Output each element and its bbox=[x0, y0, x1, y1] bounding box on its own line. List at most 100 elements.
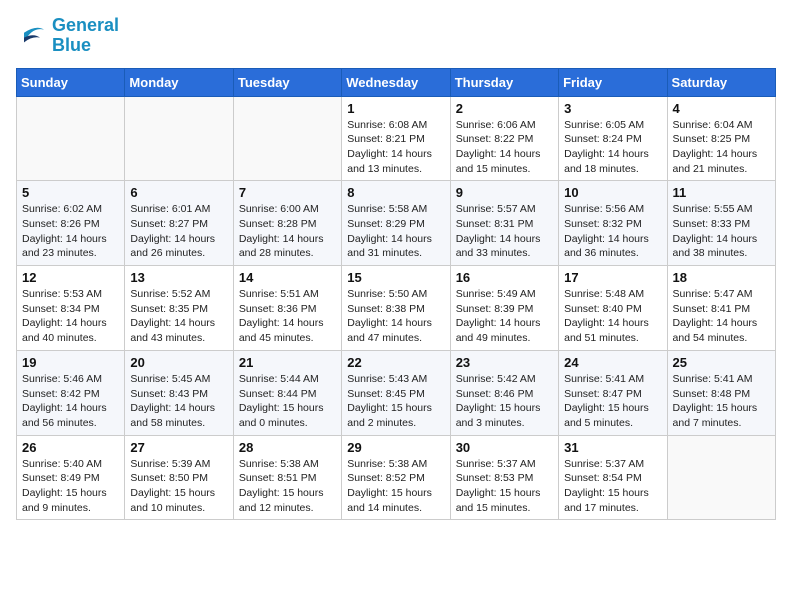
day-number: 7 bbox=[239, 185, 336, 200]
calendar-cell: 8 Sunrise: 5:58 AMSunset: 8:29 PMDaylight… bbox=[342, 181, 450, 266]
day-number: 25 bbox=[673, 355, 770, 370]
day-number: 28 bbox=[239, 440, 336, 455]
day-number: 23 bbox=[456, 355, 553, 370]
calendar-week-row: 12 Sunrise: 5:53 AMSunset: 8:34 PMDayligh… bbox=[17, 266, 776, 351]
calendar-cell: 2Sunrise: 6:06 AMSunset: 8:22 PMDaylight… bbox=[450, 96, 558, 181]
calendar-cell: 5Sunrise: 6:02 AMSunset: 8:26 PMDaylight… bbox=[17, 181, 125, 266]
day-info: Sunrise: 5:37 AMSunset: 8:53 PMDaylight:… bbox=[456, 457, 553, 516]
day-number: 16 bbox=[456, 270, 553, 285]
day-header-saturday: Saturday bbox=[667, 68, 775, 96]
logo: General Blue bbox=[16, 16, 119, 56]
calendar-cell: 21Sunrise: 5:44 AMSunset: 8:44 PMDayligh… bbox=[233, 350, 341, 435]
day-info: Sunrise: 6:00 AMSunset: 8:28 PMDaylight:… bbox=[239, 202, 336, 261]
calendar-cell: 20 Sunrise: 5:45 AMSunset: 8:43 PMDayligh… bbox=[125, 350, 233, 435]
calendar-cell: 18 Sunrise: 5:47 AMSunset: 8:41 PMDayligh… bbox=[667, 266, 775, 351]
day-header-friday: Friday bbox=[559, 68, 667, 96]
day-number: 10 bbox=[564, 185, 661, 200]
day-info: Sunrise: 5:45 AMSunset: 8:43 PMDaylight:… bbox=[130, 372, 227, 431]
day-info: Sunrise: 5:41 AMSunset: 8:48 PMDaylight:… bbox=[673, 372, 770, 431]
calendar-cell: 6 Sunrise: 6:01 AMSunset: 8:27 PMDaylight… bbox=[125, 181, 233, 266]
calendar-cell: 10 Sunrise: 5:56 AMSunset: 8:32 PMDayligh… bbox=[559, 181, 667, 266]
day-info: Sunrise: 5:51 AMSunset: 8:36 PMDaylight:… bbox=[239, 287, 336, 346]
day-number: 30 bbox=[456, 440, 553, 455]
day-number: 17 bbox=[564, 270, 661, 285]
day-number: 20 bbox=[130, 355, 227, 370]
day-info: Sunrise: 5:48 AMSunset: 8:40 PMDaylight:… bbox=[564, 287, 661, 346]
day-number: 26 bbox=[22, 440, 119, 455]
day-number: 13 bbox=[130, 270, 227, 285]
day-info: Sunrise: 6:05 AMSunset: 8:24 PMDaylight:… bbox=[564, 118, 661, 177]
calendar-week-row: 26 Sunrise: 5:40 AMSunset: 8:49 PMDayligh… bbox=[17, 435, 776, 520]
calendar-cell: 9 Sunrise: 5:57 AMSunset: 8:31 PMDaylight… bbox=[450, 181, 558, 266]
day-info: Sunrise: 5:49 AMSunset: 8:39 PMDaylight:… bbox=[456, 287, 553, 346]
day-info: Sunrise: 5:41 AMSunset: 8:47 PMDaylight:… bbox=[564, 372, 661, 431]
calendar-cell: 15Sunrise: 5:50 AMSunset: 8:38 PMDayligh… bbox=[342, 266, 450, 351]
calendar-cell: 24 Sunrise: 5:41 AMSunset: 8:47 PMDayligh… bbox=[559, 350, 667, 435]
day-info: Sunrise: 5:53 AMSunset: 8:34 PMDaylight:… bbox=[22, 287, 119, 346]
day-info: Sunrise: 5:58 AMSunset: 8:29 PMDaylight:… bbox=[347, 202, 444, 261]
day-info: Sunrise: 5:50 AMSunset: 8:38 PMDaylight:… bbox=[347, 287, 444, 346]
day-info: Sunrise: 6:08 AMSunset: 8:21 PMDaylight:… bbox=[347, 118, 444, 177]
day-number: 27 bbox=[130, 440, 227, 455]
logo-icon bbox=[16, 20, 48, 52]
day-number: 22 bbox=[347, 355, 444, 370]
calendar-cell: 3 Sunrise: 6:05 AMSunset: 8:24 PMDaylight… bbox=[559, 96, 667, 181]
day-number: 14 bbox=[239, 270, 336, 285]
calendar-cell bbox=[17, 96, 125, 181]
day-info: Sunrise: 6:01 AMSunset: 8:27 PMDaylight:… bbox=[130, 202, 227, 261]
day-info: Sunrise: 6:06 AMSunset: 8:22 PMDaylight:… bbox=[456, 118, 553, 177]
calendar-cell: 7 Sunrise: 6:00 AMSunset: 8:28 PMDaylight… bbox=[233, 181, 341, 266]
day-number: 8 bbox=[347, 185, 444, 200]
day-info: Sunrise: 5:40 AMSunset: 8:49 PMDaylight:… bbox=[22, 457, 119, 516]
day-number: 4 bbox=[673, 101, 770, 116]
day-info: Sunrise: 5:56 AMSunset: 8:32 PMDaylight:… bbox=[564, 202, 661, 261]
calendar-cell: 28 Sunrise: 5:38 AMSunset: 8:51 PMDayligh… bbox=[233, 435, 341, 520]
day-info: Sunrise: 5:57 AMSunset: 8:31 PMDaylight:… bbox=[456, 202, 553, 261]
calendar-cell: 23 Sunrise: 5:42 AMSunset: 8:46 PMDayligh… bbox=[450, 350, 558, 435]
calendar-cell: 26 Sunrise: 5:40 AMSunset: 8:49 PMDayligh… bbox=[17, 435, 125, 520]
day-info: Sunrise: 5:47 AMSunset: 8:41 PMDaylight:… bbox=[673, 287, 770, 346]
day-info: Sunrise: 5:55 AMSunset: 8:33 PMDaylight:… bbox=[673, 202, 770, 261]
day-info: Sunrise: 5:52 AMSunset: 8:35 PMDaylight:… bbox=[130, 287, 227, 346]
calendar-cell: 27Sunrise: 5:39 AMSunset: 8:50 PMDayligh… bbox=[125, 435, 233, 520]
calendar-cell: 14 Sunrise: 5:51 AMSunset: 8:36 PMDayligh… bbox=[233, 266, 341, 351]
day-number: 6 bbox=[130, 185, 227, 200]
day-info: Sunrise: 5:37 AMSunset: 8:54 PMDaylight:… bbox=[564, 457, 661, 516]
calendar-cell: 11 Sunrise: 5:55 AMSunset: 8:33 PMDayligh… bbox=[667, 181, 775, 266]
day-number: 5 bbox=[22, 185, 119, 200]
calendar-cell: 17 Sunrise: 5:48 AMSunset: 8:40 PMDayligh… bbox=[559, 266, 667, 351]
calendar-cell: 25 Sunrise: 5:41 AMSunset: 8:48 PMDayligh… bbox=[667, 350, 775, 435]
calendar-cell: 12 Sunrise: 5:53 AMSunset: 8:34 PMDayligh… bbox=[17, 266, 125, 351]
calendar-cell: 13 Sunrise: 5:52 AMSunset: 8:35 PMDayligh… bbox=[125, 266, 233, 351]
calendar-table: SundayMondayTuesdayWednesdayThursdayFrid… bbox=[16, 68, 776, 521]
calendar-week-row: 19Sunrise: 5:46 AMSunset: 8:42 PMDayligh… bbox=[17, 350, 776, 435]
day-info: Sunrise: 5:42 AMSunset: 8:46 PMDaylight:… bbox=[456, 372, 553, 431]
day-header-thursday: Thursday bbox=[450, 68, 558, 96]
day-info: Sunrise: 6:04 AMSunset: 8:25 PMDaylight:… bbox=[673, 118, 770, 177]
calendar-cell: 19Sunrise: 5:46 AMSunset: 8:42 PMDayligh… bbox=[17, 350, 125, 435]
logo-text: General Blue bbox=[52, 16, 119, 56]
day-header-sunday: Sunday bbox=[17, 68, 125, 96]
day-info: Sunrise: 5:38 AMSunset: 8:51 PMDaylight:… bbox=[239, 457, 336, 516]
day-number: 9 bbox=[456, 185, 553, 200]
page-header: General Blue bbox=[16, 16, 776, 56]
day-number: 3 bbox=[564, 101, 661, 116]
day-header-wednesday: Wednesday bbox=[342, 68, 450, 96]
day-header-tuesday: Tuesday bbox=[233, 68, 341, 96]
day-number: 24 bbox=[564, 355, 661, 370]
day-number: 11 bbox=[673, 185, 770, 200]
calendar-cell: 30 Sunrise: 5:37 AMSunset: 8:53 PMDayligh… bbox=[450, 435, 558, 520]
day-header-monday: Monday bbox=[125, 68, 233, 96]
calendar-cell: 4 Sunrise: 6:04 AMSunset: 8:25 PMDaylight… bbox=[667, 96, 775, 181]
day-info: Sunrise: 5:46 AMSunset: 8:42 PMDaylight:… bbox=[22, 372, 119, 431]
calendar-cell bbox=[667, 435, 775, 520]
day-number: 21 bbox=[239, 355, 336, 370]
day-info: Sunrise: 5:38 AMSunset: 8:52 PMDaylight:… bbox=[347, 457, 444, 516]
day-number: 18 bbox=[673, 270, 770, 285]
calendar-cell: 22 Sunrise: 5:43 AMSunset: 8:45 PMDayligh… bbox=[342, 350, 450, 435]
calendar-header-row: SundayMondayTuesdayWednesdayThursdayFrid… bbox=[17, 68, 776, 96]
day-number: 12 bbox=[22, 270, 119, 285]
calendar-cell: 29Sunrise: 5:38 AMSunset: 8:52 PMDayligh… bbox=[342, 435, 450, 520]
calendar-week-row: 1Sunrise: 6:08 AMSunset: 8:21 PMDaylight… bbox=[17, 96, 776, 181]
day-info: Sunrise: 5:43 AMSunset: 8:45 PMDaylight:… bbox=[347, 372, 444, 431]
